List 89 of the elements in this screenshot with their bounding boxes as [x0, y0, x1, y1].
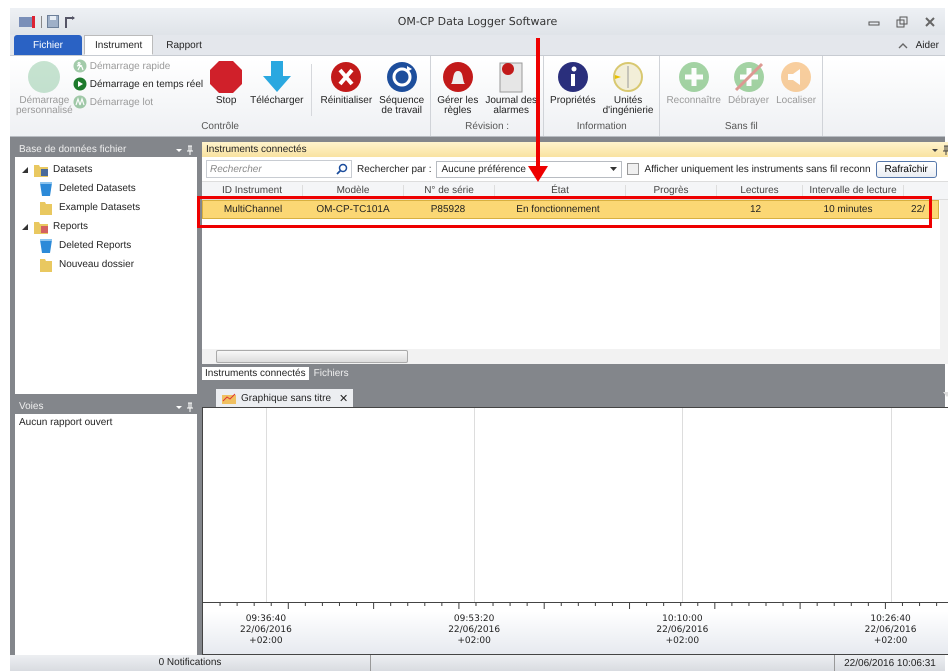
- expander-icon[interactable]: [21, 222, 29, 230]
- chart-icon: [221, 391, 237, 405]
- window-title: OM-CP Data Logger Software: [396, 15, 558, 28]
- close-icon[interactable]: [923, 16, 937, 28]
- column-header[interactable]: Intervalle de lecture: [803, 185, 904, 196]
- cycle-icon: [384, 60, 419, 94]
- ribbon-tab[interactable]: Rapport: [155, 35, 213, 55]
- column-header[interactable]: Lectures: [717, 185, 803, 196]
- group-label: Contrôle: [200, 120, 240, 134]
- empty-message: Aucun rapport ouvert: [19, 417, 112, 428]
- ribbon-button[interactable]: Gérer les règles: [434, 58, 482, 118]
- ribbon-tab[interactable]: Instrument: [84, 35, 154, 55]
- axis-tick-label: 10:26:40 22/06/2016 +02:00: [864, 614, 917, 647]
- play-icon: [72, 77, 87, 91]
- search-by-dropdown[interactable]: Aucune préférence: [436, 160, 622, 178]
- undo-icon[interactable]: [64, 14, 76, 28]
- column-header[interactable]: Progrès: [626, 185, 717, 196]
- tree-item[interactable]: Deleted Reports: [59, 240, 132, 251]
- ribbon-button[interactable]: Réinitialiser: [317, 58, 376, 108]
- bell-icon: [440, 60, 475, 94]
- tree-item[interactable]: Reports: [53, 221, 88, 232]
- app-icon[interactable]: [18, 16, 36, 28]
- folder-icon: [39, 256, 53, 272]
- tree-item[interactable]: Deleted Datasets: [59, 183, 136, 194]
- pin-icon[interactable]: [175, 144, 193, 154]
- crossed-plus-icon: [732, 60, 766, 94]
- ribbon-tab[interactable]: Fichier: [14, 35, 82, 55]
- batch-icon: [72, 95, 87, 109]
- collapse-ribbon-icon[interactable]: [898, 41, 908, 49]
- axis-tick-label: 09:36:40 22/06/2016 +02:00: [240, 614, 292, 647]
- group-label: Sans fil: [724, 120, 759, 134]
- x-icon: [329, 60, 364, 94]
- plus-icon: [676, 60, 711, 94]
- axis-tick-label: 09:53:20 22/06/2016 +02:00: [448, 614, 500, 647]
- folder-icon: [39, 200, 53, 216]
- close-tab-button[interactable]: ✕: [339, 392, 348, 404]
- bin-icon: [39, 180, 53, 196]
- column-header[interactable]: État: [495, 185, 626, 196]
- megaphone-icon: [779, 60, 814, 94]
- table-cell-text: P85928: [430, 204, 466, 215]
- tree-item[interactable]: Datasets: [53, 164, 92, 175]
- dropdown-arrow-icon: [610, 167, 618, 171]
- search-field[interactable]: Rechercher: [206, 160, 352, 178]
- refresh-button[interactable]: Rafraîchir: [876, 160, 937, 178]
- stop-icon: [209, 60, 244, 94]
- pin-icon[interactable]: [931, 144, 948, 154]
- gauge-icon: [611, 60, 646, 94]
- ribbon-button[interactable]: Propriétés: [547, 58, 599, 108]
- group-label: Révision :: [464, 120, 510, 134]
- axis-tick-label: 10:10:00 22/06/2016 +02:00: [656, 614, 708, 647]
- help-link[interactable]: Aider: [916, 40, 939, 51]
- panel-title: Instruments connectés: [206, 144, 307, 155]
- bin-icon: [39, 238, 53, 254]
- ribbon-button[interactable]: Journal des alarmes: [482, 58, 540, 118]
- search-by-label: Rechercher par :: [357, 164, 432, 174]
- checkbox-label[interactable]: Afficher uniquement les instruments sans fil reconn: [644, 164, 871, 174]
- document-tab[interactable]: Graphique sans titre ✕: [216, 389, 354, 407]
- restore-icon[interactable]: [895, 16, 909, 28]
- search-icon[interactable]: [336, 163, 348, 175]
- info-icon: [556, 60, 590, 94]
- table-cell-text: MultiChannel: [222, 204, 284, 215]
- panel-tab[interactable]: Instruments connectés: [202, 367, 309, 380]
- ribbon-button[interactable]: Unités d'ingénierie: [600, 58, 656, 118]
- panel-title: Base de données fichier: [19, 144, 126, 155]
- pin-icon[interactable]: [175, 402, 193, 412]
- circle-icon: [27, 60, 62, 94]
- column-header[interactable]: ID Instrument: [202, 185, 303, 196]
- save-icon[interactable]: [47, 15, 59, 28]
- column-header[interactable]: N° de série: [404, 185, 495, 196]
- expander-icon[interactable]: [21, 166, 29, 174]
- group-label: Information: [576, 120, 628, 134]
- table-cell-text: En fonctionnement: [515, 204, 601, 215]
- notifications-status[interactable]: 0 Notifications: [10, 655, 371, 671]
- table-cell-text: 12: [748, 204, 762, 215]
- checkbox[interactable]: [627, 163, 640, 175]
- table-cell-text: 22/: [910, 204, 926, 215]
- tree-item[interactable]: Example Datasets: [59, 202, 140, 213]
- ribbon-button[interactable]: Séquence de travail: [376, 58, 428, 118]
- tree-item[interactable]: Nouveau dossier: [59, 259, 134, 270]
- column-header[interactable]: Modèle: [303, 185, 404, 196]
- panel-title: Voies: [19, 401, 44, 412]
- table-cell-text: 10 minutes: [822, 204, 874, 215]
- table-cell-text: OM-CP-TC101A: [315, 204, 391, 215]
- ribbon-button[interactable]: Stop: [206, 58, 246, 108]
- table-row[interactable]: MultiChannel OM-CP-TC101A P85928 En fonctionnement 12 10 minutes 22/: [202, 200, 939, 219]
- ribbon-button[interactable]: Télécharger: [247, 58, 306, 108]
- status-datetime: 22/06/2016 10:06:31: [843, 657, 937, 671]
- scrollbar[interactable]: [202, 349, 948, 364]
- runner-icon: [72, 59, 87, 73]
